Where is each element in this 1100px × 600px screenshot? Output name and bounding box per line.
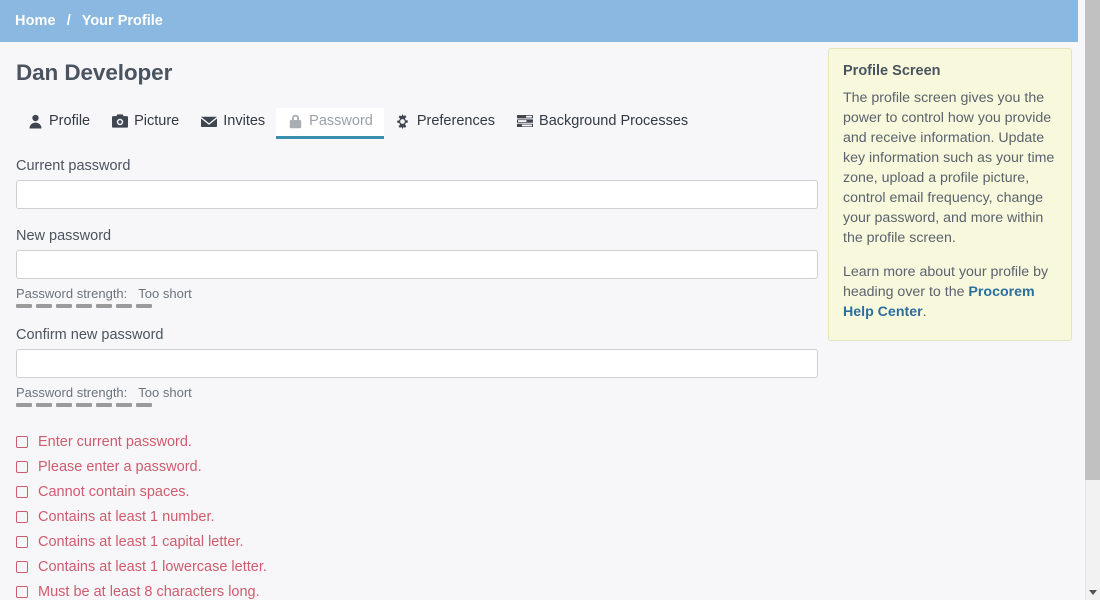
list-item: Contains at least 1 lowercase letter.: [16, 554, 802, 579]
info-card-title: Profile Screen: [843, 63, 941, 79]
info-card-paragraph: The profile screen gives you the power t…: [843, 90, 1055, 246]
new-password-strength: Password strength: Too short: [16, 286, 802, 308]
confirm-password-label: Confirm new password: [16, 327, 164, 343]
list-item: Contains at least 1 capital letter.: [16, 529, 802, 554]
strength-value: Too short: [138, 286, 192, 301]
requirement-text: Contains at least 1 capital letter.: [38, 533, 244, 550]
meter-segment: [56, 304, 72, 308]
tab-invites[interactable]: Invites: [190, 108, 276, 139]
tasks-list-icon: [517, 113, 534, 129]
tab-preferences[interactable]: Preferences: [384, 108, 506, 139]
current-password-label: Current password: [16, 158, 131, 174]
strength-meter: [16, 403, 802, 407]
camera-icon: [112, 113, 129, 129]
vertical-scrollbar-thumb[interactable]: [1085, 0, 1100, 480]
profile-tabs: Profile Picture Invites Password Prefere…: [16, 106, 802, 139]
checkbox-unchecked-icon: [16, 435, 28, 448]
gear-icon: [395, 113, 411, 129]
scroll-down-arrow-icon[interactable]: [1085, 584, 1100, 600]
tab-label: Password: [309, 113, 373, 129]
tab-background-processes[interactable]: Background Processes: [506, 108, 699, 139]
requirement-text: Contains at least 1 number.: [38, 508, 215, 525]
list-item: Enter current password.: [16, 429, 802, 454]
meter-segment: [16, 403, 32, 407]
meter-segment: [36, 403, 52, 407]
checkbox-unchecked-icon: [16, 585, 28, 598]
info-card-text-suffix: .: [922, 304, 927, 320]
meter-segment: [96, 304, 112, 308]
info-card-paragraph-with-link: Learn more about your profile by heading…: [843, 262, 1055, 322]
confirm-password-input[interactable]: [16, 349, 818, 378]
tab-label: Picture: [134, 113, 180, 129]
user-icon: [27, 113, 43, 129]
new-password-label: New password: [16, 228, 112, 244]
requirement-text: Must be at least 8 characters long.: [38, 583, 260, 600]
vertical-scrollbar-track[interactable]: [1085, 0, 1100, 600]
checkbox-unchecked-icon: [16, 535, 28, 548]
checkbox-unchecked-icon: [16, 485, 28, 498]
breadcrumb-separator: /: [66, 13, 71, 29]
page-gutter: [1078, 0, 1085, 600]
tab-picture[interactable]: Picture: [101, 108, 190, 139]
main-content: Dan Developer Profile Picture Invites Pa…: [0, 42, 820, 600]
list-item: Contains at least 1 number.: [16, 504, 802, 529]
tab-label: Profile: [49, 113, 91, 129]
breadcrumb-current: Your Profile: [81, 13, 163, 29]
checkbox-unchecked-icon: [16, 510, 28, 523]
tab-label: Invites: [223, 113, 266, 129]
strength-label: Password strength:: [16, 286, 128, 301]
meter-segment: [116, 403, 132, 407]
meter-segment: [116, 304, 132, 308]
meter-segment: [76, 304, 92, 308]
breadcrumb: Home / Your Profile: [0, 0, 1078, 42]
list-item: Must be at least 8 characters long.: [16, 579, 802, 600]
checkbox-unchecked-icon: [16, 560, 28, 573]
requirement-text: Please enter a password.: [38, 458, 202, 475]
list-item: Cannot contain spaces.: [16, 479, 802, 504]
envelope-icon: [201, 113, 218, 129]
tab-label: Background Processes: [539, 113, 689, 129]
strength-value: Too short: [138, 385, 192, 400]
info-card: Profile Screen The profile screen gives …: [828, 48, 1072, 341]
page-title: Dan Developer: [16, 60, 173, 85]
tab-label: Preferences: [416, 113, 496, 129]
requirement-text: Cannot contain spaces.: [38, 483, 190, 500]
requirement-text: Enter current password.: [38, 433, 192, 450]
meter-segment: [56, 403, 72, 407]
meter-segment: [76, 403, 92, 407]
profile-password-screen: Home / Your Profile Dan Developer Profil…: [0, 0, 1100, 600]
meter-segment: [136, 304, 152, 308]
strength-label: Password strength:: [16, 385, 128, 400]
tab-password[interactable]: Password: [276, 108, 384, 139]
meter-segment: [136, 403, 152, 407]
meter-segment: [96, 403, 112, 407]
new-password-input[interactable]: [16, 250, 818, 279]
confirm-password-strength: Password strength: Too short: [16, 385, 802, 407]
strength-meter: [16, 304, 802, 308]
meter-segment: [16, 304, 32, 308]
requirement-text: Contains at least 1 lowercase letter.: [38, 558, 267, 575]
meter-segment: [36, 304, 52, 308]
password-requirements-list: Enter current password. Please enter a p…: [16, 429, 802, 600]
lock-icon: [287, 113, 303, 129]
current-password-input[interactable]: [16, 180, 818, 209]
checkbox-unchecked-icon: [16, 460, 28, 473]
list-item: Please enter a password.: [16, 454, 802, 479]
breadcrumb-link-home[interactable]: Home: [15, 13, 56, 29]
tab-profile[interactable]: Profile: [16, 108, 101, 139]
